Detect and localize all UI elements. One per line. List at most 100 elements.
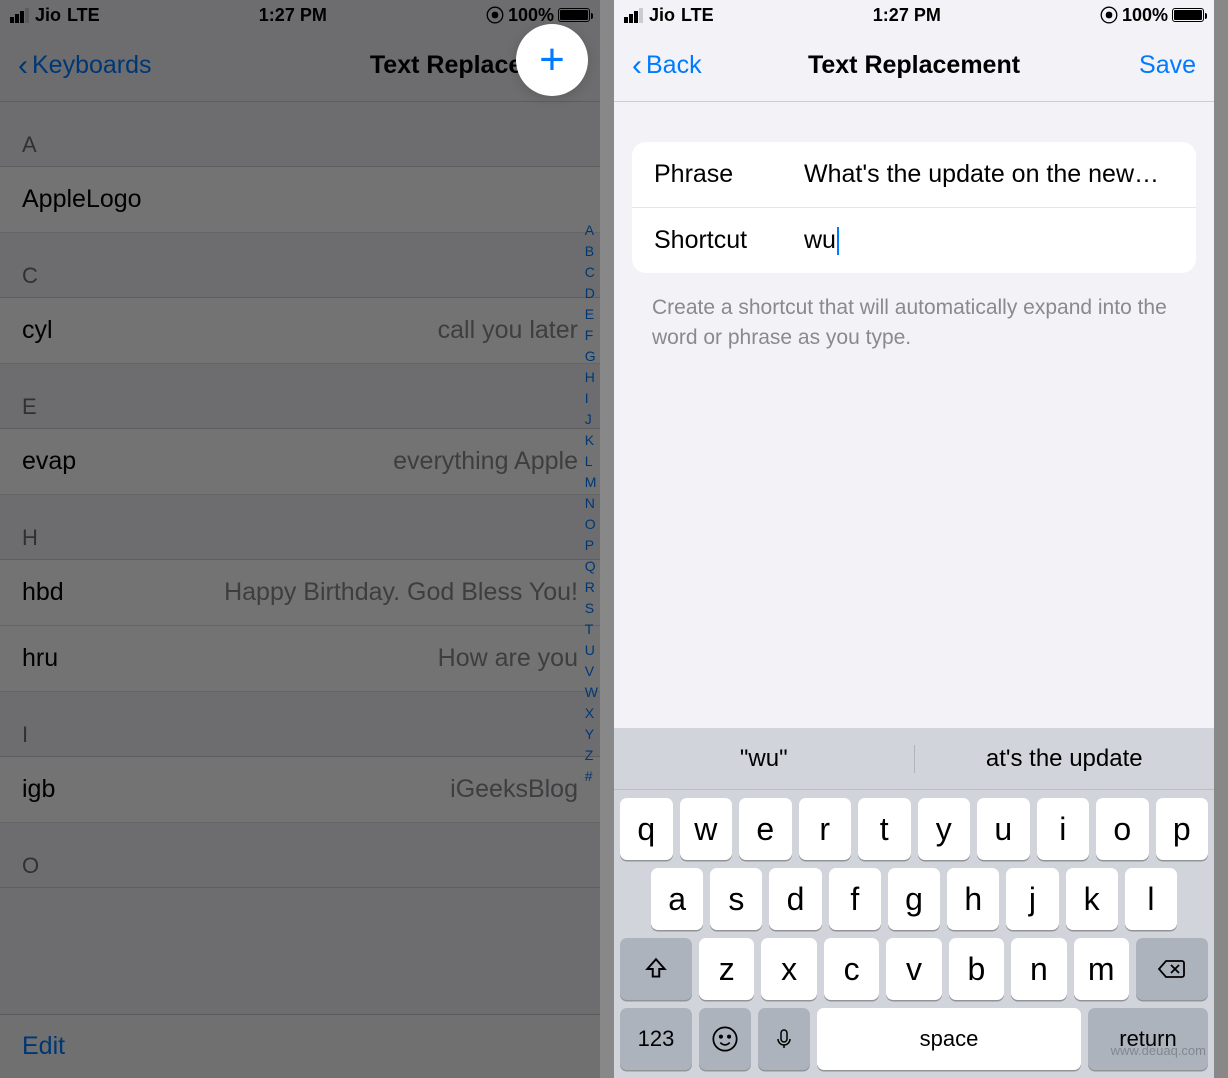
index-letter[interactable]: Q [585,556,598,577]
letter-key-i[interactable]: i [1037,798,1090,860]
index-letter[interactable]: Z [585,745,598,766]
index-letter[interactable]: V [585,661,598,682]
index-letter[interactable]: Y [585,724,598,745]
letter-key-s[interactable]: s [710,868,762,930]
suggestion-item[interactable]: "wu" [614,745,915,773]
orientation-lock-icon: ⦿ [1100,2,1118,28]
delete-key[interactable] [1136,938,1208,1000]
letter-key-u[interactable]: u [977,798,1030,860]
letter-key-o[interactable]: o [1096,798,1149,860]
list-item[interactable]: hbd Happy Birthday. God Bless You! [0,560,600,626]
letter-key-r[interactable]: r [799,798,852,860]
index-letter[interactable]: T [585,619,598,640]
list-item[interactable]: cyl call you later [0,298,600,364]
numbers-key[interactable]: 123 [620,1008,692,1070]
letter-key-p[interactable]: p [1156,798,1209,860]
index-letter[interactable]: A [585,220,598,241]
letter-key-w[interactable]: w [680,798,733,860]
back-button[interactable]: ‹ Back [632,51,702,81]
index-letter[interactable]: X [585,703,598,724]
phone-left-screenshot: Jio LTE 1:27 PM ⦿ 100% ‹ Keyboards Text … [0,0,600,1078]
suggestion-bar: "wu" at's the update [614,728,1214,790]
letter-key-d[interactable]: d [769,868,821,930]
index-letter[interactable]: P [585,535,598,556]
letter-key-g[interactable]: g [888,868,940,930]
clock-label: 1:27 PM [259,5,327,26]
letter-key-j[interactable]: j [1006,868,1058,930]
letter-key-v[interactable]: v [886,938,941,1000]
shortcut-row[interactable]: Shortcut wu [632,208,1196,273]
backspace-icon [1157,957,1187,981]
letter-key-q[interactable]: q [620,798,673,860]
letter-key-c[interactable]: c [824,938,879,1000]
index-letter[interactable]: U [585,640,598,661]
index-letter[interactable]: K [585,430,598,451]
alphabet-index[interactable]: ABCDEFGHIJKLMNOPQRSTUVWXYZ# [585,220,598,787]
index-letter[interactable]: N [585,493,598,514]
letter-key-a[interactable]: a [651,868,703,930]
index-letter[interactable]: J [585,409,598,430]
replacement-list[interactable]: A AppleLogo C cyl call you later E evap … [0,102,600,888]
section-header: O [0,823,600,888]
form-card: Phrase What's the update on the new… Sho… [632,142,1196,273]
shortcut-field[interactable]: wu [804,226,1174,255]
chevron-left-icon: ‹ [18,51,28,81]
phrase-text: How are you [438,644,578,673]
edit-button[interactable]: Edit [22,1032,65,1061]
index-letter[interactable]: I [585,388,598,409]
index-letter[interactable]: D [585,283,598,304]
letter-key-x[interactable]: x [761,938,816,1000]
letter-key-h[interactable]: h [947,868,999,930]
phrase-text: call you later [438,316,578,345]
index-letter[interactable]: R [585,577,598,598]
letter-key-l[interactable]: l [1125,868,1177,930]
list-item[interactable]: hru How are you [0,626,600,692]
shortcut-text: hru [22,644,58,673]
shift-key[interactable] [620,938,692,1000]
battery-icon [1172,8,1204,22]
letter-key-z[interactable]: z [699,938,754,1000]
list-item[interactable]: AppleLogo [0,167,600,233]
index-letter[interactable]: E [585,304,598,325]
index-letter[interactable]: S [585,598,598,619]
letter-key-n[interactable]: n [1011,938,1066,1000]
section-header: H [0,495,600,560]
index-letter[interactable]: C [585,262,598,283]
microphone-icon [772,1025,796,1053]
index-letter[interactable]: O [585,514,598,535]
letter-key-t[interactable]: t [858,798,911,860]
letter-key-y[interactable]: y [918,798,971,860]
letter-key-e[interactable]: e [739,798,792,860]
carrier-label: Jio [649,5,675,26]
list-item[interactable]: evap everything Apple [0,429,600,495]
keyboard: "wu" at's the update qwertyuiop asdfghjk… [614,728,1214,1078]
letter-key-b[interactable]: b [949,938,1004,1000]
letter-key-m[interactable]: m [1074,938,1129,1000]
index-letter[interactable]: M [585,472,598,493]
network-label: LTE [681,5,714,26]
return-key[interactable]: return [1088,1008,1208,1070]
list-item[interactable]: igb iGeeksBlog [0,757,600,823]
index-letter[interactable]: L [585,451,598,472]
suggestion-item[interactable]: at's the update [915,745,1215,773]
letter-key-f[interactable]: f [829,868,881,930]
letter-key-k[interactable]: k [1066,868,1118,930]
phrase-row[interactable]: Phrase What's the update on the new… [632,142,1196,208]
index-letter[interactable]: H [585,367,598,388]
nav-bar: ‹ Back Text Replacement Save [614,30,1214,102]
add-button[interactable]: + [516,24,588,96]
index-letter[interactable]: G [585,346,598,367]
emoji-key[interactable] [699,1008,751,1070]
index-letter[interactable]: # [585,766,598,787]
back-button[interactable]: ‹ Keyboards [18,51,152,81]
space-key[interactable]: space [817,1008,1081,1070]
shortcut-label: Shortcut [654,226,804,255]
dictation-key[interactable] [758,1008,810,1070]
index-letter[interactable]: B [585,241,598,262]
carrier-label: Jio [35,5,61,26]
phrase-field[interactable]: What's the update on the new… [804,160,1174,189]
battery-icon [558,8,590,22]
index-letter[interactable]: W [585,682,598,703]
index-letter[interactable]: F [585,325,598,346]
save-button[interactable]: Save [1139,51,1196,80]
